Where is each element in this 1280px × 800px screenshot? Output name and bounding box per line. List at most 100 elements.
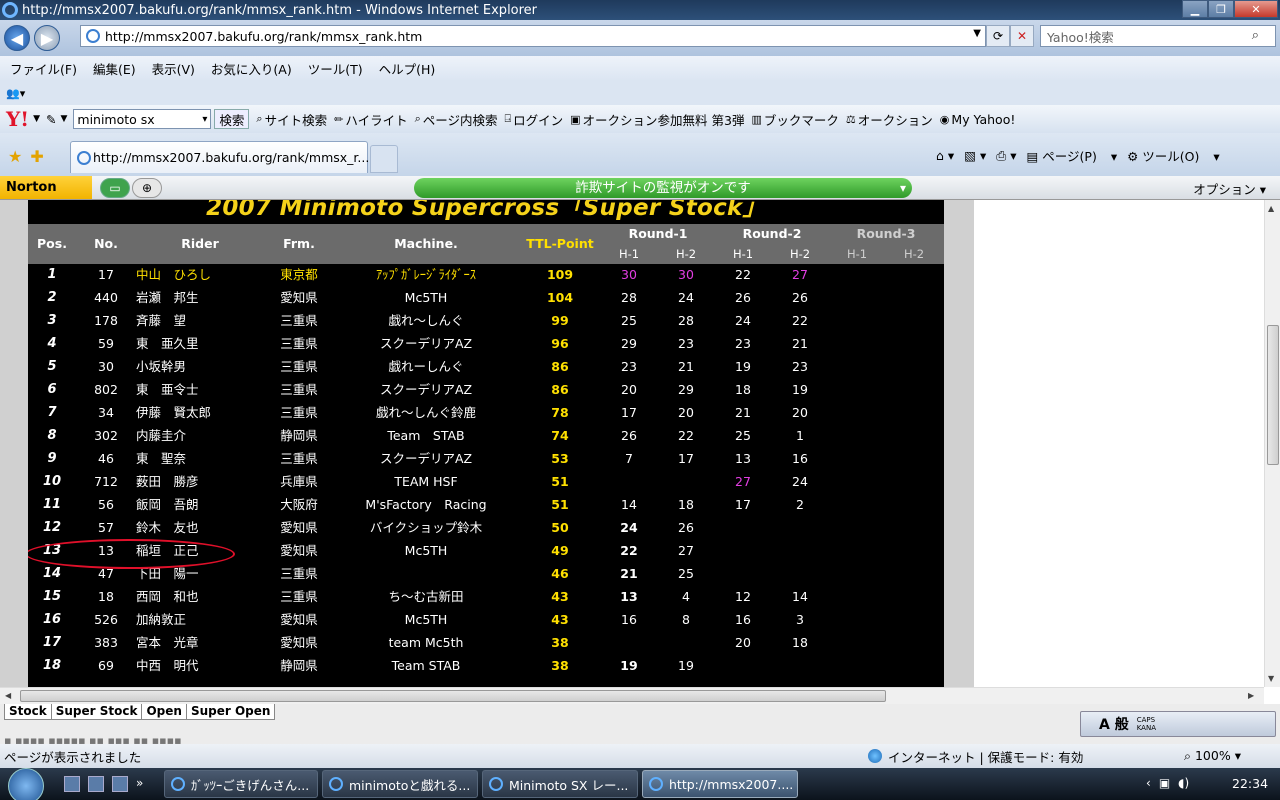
switch-windows-icon[interactable] [88,776,104,792]
cell-r1h2: 29 [678,382,694,397]
horizontal-scroll-thumb[interactable] [20,690,886,702]
cell-mach: Team STAB [391,658,461,673]
cell-pos: 3 [47,313,57,328]
norton-options-button[interactable]: オプション ▾ [1193,179,1266,198]
media-player-icon[interactable] [112,776,128,792]
print-icon[interactable]: ⎙ ▾ [996,148,1016,164]
favorites-star-icon[interactable]: ★ [8,147,22,166]
taskbar-item-2[interactable]: minimotoと戯れる... [322,770,478,798]
feeds-icon[interactable]: ▧ ▾ [964,148,986,163]
pencil-dropdown-icon[interactable]: ▼ [60,114,67,124]
cell-r2h1: 23 [735,336,751,351]
ranking-row: 1 17 中山 ひろし 東京都 ｱｯﾌﾟｶﾞﾚｰｼﾞﾗｲﾀﾞｰｽ 109 30 30 22 27 [28,264,944,287]
cell-mach: team Mc5th [388,635,464,650]
quick-launch-more-icon[interactable]: » [136,776,152,792]
page-search-button[interactable]: ⌕ ページ内検索 [415,110,498,129]
ime-mode-label: A 般 [1099,717,1129,733]
cell-ttl: 38 [551,635,569,650]
computer-icon[interactable]: ▭ [100,178,130,198]
close-window-button[interactable]: ✕ [1234,0,1278,18]
menu-edit[interactable]: 編集(E) [93,59,136,78]
menu-favorites[interactable]: お気に入り(A) [211,59,292,78]
cell-rider: 小坂幹男 [136,359,187,374]
norton-toolbar: Norton ▭ ⊕ 詐欺サイトの監視がオンです オプション ▾ [0,176,1280,200]
tray-expand-icon[interactable]: ‹ [1146,776,1151,790]
sheet-tab-super-open[interactable]: Super Open [185,704,276,720]
yahoo-menu-dropdown-icon[interactable]: ▼ [33,114,40,124]
cell-pos: 12 [42,520,62,535]
vertical-scrollbar[interactable]: ▲ ▼ [1264,200,1280,687]
sheet-tab-open[interactable]: Open [141,704,187,720]
menu-view[interactable]: 表示(V) [152,59,195,78]
vertical-scroll-thumb[interactable] [1267,325,1279,465]
ranking-row: 12 57 鈴木 友也 愛知県 バイクショップ鈴木 50 24 26 [28,517,944,540]
auction-promo-button[interactable]: ▣ オークション参加無料 第3弾 [570,110,744,129]
auction-button[interactable]: ⚖ オークション [846,110,933,129]
taskbar-item-4[interactable]: http://mmsx2007.... [642,770,798,798]
ime-language-bar[interactable]: A 般 CAPS KANA [1080,711,1276,737]
maximize-button[interactable]: ❐ [1208,0,1234,18]
sheet-tab-stock[interactable]: Stock [4,704,52,720]
yahoo-toolbar-search-input[interactable]: minimoto sx [73,109,212,129]
yahoo-logo-icon[interactable]: Y! [6,107,29,131]
stop-icon[interactable]: ✕ [1010,25,1034,47]
highlight-button[interactable]: ✏ ハイライト [334,110,407,129]
sheet-tab-super-stock[interactable]: Super Stock [50,704,143,720]
yahoo-search-input[interactable]: Yahoo!検索 ⌕ [1040,25,1276,47]
cell-mach: 戯れーしんぐ [388,359,464,374]
cell-mach: バイクショップ鈴木 [369,520,483,535]
address-dropdown-icon[interactable]: ▼ [973,28,981,39]
volume-icon[interactable]: ◖) [1178,776,1189,790]
cell-ttl: 53 [551,451,569,466]
scroll-left-icon[interactable]: ◀ [5,691,11,700]
new-tab-button[interactable] [370,145,398,173]
scroll-up-icon[interactable]: ▲ [1268,204,1274,213]
cell-mach: Mc5TH [404,612,448,627]
bookmark-button[interactable]: ▥ ブックマーク [751,110,838,129]
home-icon[interactable]: ⌂ ▾ [936,148,954,163]
cell-r1h1: 13 [620,589,638,604]
cell-no: 30 [98,359,114,374]
taskbar-item-1[interactable]: ｶﾞｯﾂｰごきげんさん... [164,770,318,798]
pencil-icon[interactable]: ✎ [46,112,56,127]
address-field[interactable]: http://mmsx2007.bakufu.org/rank/mmsx_ran… [80,25,986,47]
cell-r1h2: 23 [678,336,694,351]
add-favorites-icon[interactable]: ✚ [30,147,43,166]
network-icon[interactable]: ▣ [1159,776,1170,790]
safe-web-status[interactable]: 詐欺サイトの監視がオンです [414,178,912,198]
refresh-icon[interactable]: ⟳ [986,25,1010,47]
scroll-right-icon[interactable]: ▶ [1248,691,1254,700]
tab-current[interactable]: http://mmsx2007.bakufu.org/rank/mmsx_r..… [70,141,369,173]
start-button[interactable] [8,768,44,800]
my-yahoo-button[interactable]: ◉ My Yahoo! [940,112,1016,127]
cell-mach: スクーデリアAZ [379,451,473,466]
cell-r2h1: 22 [735,267,751,282]
scroll-down-icon[interactable]: ▼ [1268,674,1274,683]
cell-r2h1: 25 [735,428,751,443]
page-menu[interactable]: ▤ ページ(P) ▾ [1027,146,1118,165]
menu-tools[interactable]: ツール(T) [308,59,363,78]
taskbar-item-3[interactable]: Minimoto SX レー... [482,770,638,798]
back-button[interactable]: ◀ [4,25,30,51]
clock[interactable]: 22:34 [1232,776,1268,791]
search-icon[interactable]: ⌕ [1252,28,1259,43]
tools-menu[interactable]: ⚙ ツール(O) ▾ [1127,146,1220,165]
minimize-button[interactable]: ▁ [1182,0,1208,18]
cell-r2h1: 21 [735,405,751,420]
user-accounts-icon[interactable]: 👥▾ [6,87,25,100]
norton-logo[interactable]: Norton [0,176,92,199]
security-zone[interactable]: インターネット | 保護モード: 有効 [868,747,1083,766]
yahoo-search-button[interactable]: 検索 [214,109,250,129]
zoom-level[interactable]: ⌕ 100% ▾ [1184,748,1241,764]
globe-icon[interactable]: ⊕ [132,178,162,198]
site-search-button[interactable]: ⌕ サイト検索 [256,110,327,129]
menu-help[interactable]: ヘルプ(H) [379,59,436,78]
forward-button[interactable]: ▶ [34,25,60,51]
horizontal-scrollbar[interactable]: ◀ ▶ [0,687,1264,704]
auction-icon: ⚖ [845,112,856,126]
show-desktop-icon[interactable] [64,776,80,792]
login-button[interactable]: ⍈ ログイン [505,110,564,129]
header-frm: Frm. [283,236,315,251]
menu-file[interactable]: ファイル(F) [10,59,77,78]
ie-icon [649,777,663,791]
